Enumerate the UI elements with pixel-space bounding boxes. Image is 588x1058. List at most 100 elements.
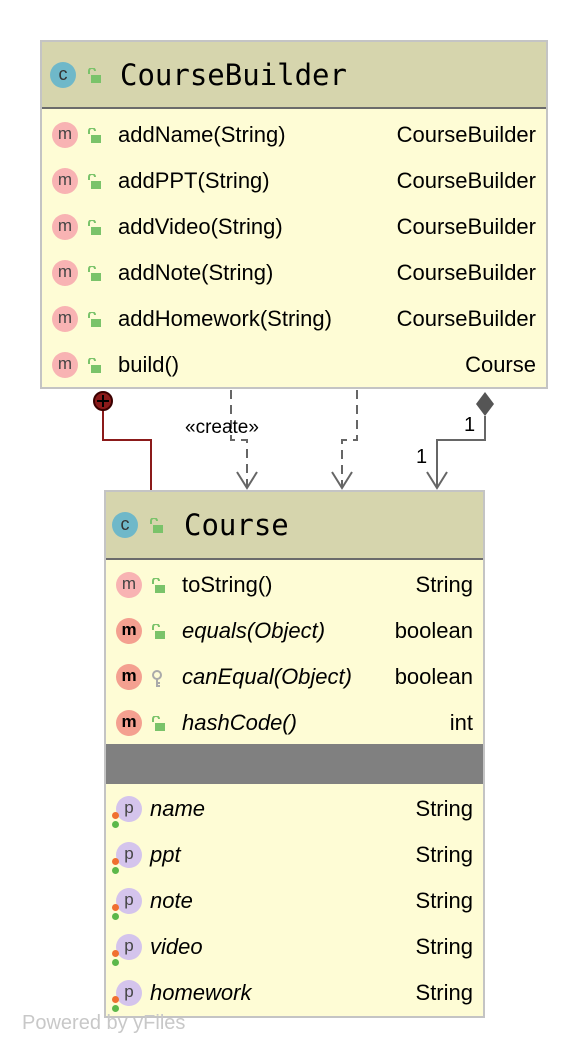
method-icon: m <box>116 572 142 598</box>
field-row[interactable]: p note String <box>106 878 483 924</box>
method-row[interactable]: m equals(Object) boolean <box>106 608 483 654</box>
lombok-method-icon: m <box>116 664 142 690</box>
field-icon: p <box>116 888 142 914</box>
method-icon: m <box>52 122 78 148</box>
member-name: build() <box>118 352 180 377</box>
method-row[interactable]: m addHomework(String) CourseBuilder <box>42 296 546 342</box>
multiplicity-source: 1 <box>464 414 476 436</box>
field-icon: p <box>116 934 142 960</box>
member-name: note <box>150 888 193 913</box>
member-type: String <box>415 934 473 959</box>
public-lock-icon <box>86 219 102 241</box>
public-lock-icon <box>150 623 166 645</box>
public-lock-icon <box>86 311 102 333</box>
class-course[interactable]: c Course m toString() String m equals(Obj… <box>104 490 485 1018</box>
member-type: String <box>415 980 473 1005</box>
member-name: homework <box>150 980 252 1005</box>
public-lock-icon <box>86 265 102 287</box>
class-icon: c <box>50 62 76 88</box>
member-type: String <box>415 796 473 821</box>
member-type: CourseBuilder <box>396 122 536 147</box>
create-label: «create» <box>185 417 259 438</box>
member-name: ppt <box>150 842 181 867</box>
field-row[interactable]: p ppt String <box>106 832 483 878</box>
method-icon: m <box>52 214 78 240</box>
field-access-icon <box>112 1005 119 1012</box>
member-name: addNote(String) <box>118 260 274 285</box>
member-name: video <box>150 934 203 959</box>
member-name: addHomework(String) <box>118 306 332 331</box>
lombok-method-icon: m <box>116 710 142 736</box>
member-type: String <box>415 888 473 913</box>
public-lock-icon <box>150 715 166 737</box>
class-title: Course <box>184 508 289 542</box>
section-divider <box>106 744 483 784</box>
member-name: addName(String) <box>118 122 286 147</box>
member-name: canEqual(Object) <box>182 664 352 689</box>
public-lock-icon <box>86 67 102 89</box>
member-name: name <box>150 796 206 821</box>
field-access-icon <box>112 996 119 1003</box>
public-lock-icon <box>150 577 166 599</box>
field-row[interactable]: p homework String <box>106 970 483 1016</box>
member-name: addVideo(String) <box>118 214 283 239</box>
method-icon: m <box>52 260 78 286</box>
field-access-icon <box>112 858 119 865</box>
member-type: boolean <box>394 664 473 689</box>
method-row[interactable]: m addNote(String) CourseBuilder <box>42 250 546 296</box>
method-row[interactable]: m hashCode() int <box>106 700 483 746</box>
method-row[interactable]: m canEqual(Object) boolean <box>106 654 483 700</box>
method-icon: m <box>52 168 78 194</box>
inner-class-edge <box>102 402 152 490</box>
lombok-method-icon: m <box>116 618 142 644</box>
member-type: CourseBuilder <box>396 168 536 193</box>
field-row[interactable]: p video String <box>106 924 483 970</box>
public-lock-icon <box>86 357 102 379</box>
method-row[interactable]: m addPPT(String) CourseBuilder <box>42 158 546 204</box>
public-lock-icon <box>86 173 102 195</box>
method-row[interactable]: m toString() String <box>106 562 483 608</box>
member-type: CourseBuilder <box>396 214 536 239</box>
field-access-icon <box>112 812 119 819</box>
field-icon: p <box>116 980 142 1006</box>
member-type: int <box>449 710 473 735</box>
inner-class-marker <box>93 391 113 411</box>
field-access-icon <box>112 913 119 920</box>
protected-key-icon <box>150 670 166 693</box>
member-type: String <box>415 842 473 867</box>
public-lock-icon <box>148 517 164 539</box>
class-icon: c <box>112 512 138 538</box>
method-row[interactable]: m addVideo(String) CourseBuilder <box>42 204 546 250</box>
member-type: Course <box>465 352 536 377</box>
class-title: CourseBuilder <box>120 57 347 92</box>
member-name: equals(Object) <box>182 618 326 643</box>
composition-diamond <box>476 392 494 416</box>
public-lock-icon <box>86 127 102 149</box>
member-type: String <box>415 572 473 597</box>
member-type: CourseBuilder <box>396 306 536 331</box>
create-dependency-edge <box>230 390 248 488</box>
field-access-icon <box>112 867 119 874</box>
multiplicity-target: 1 <box>416 446 428 468</box>
class-header: c Course <box>106 492 483 560</box>
field-access-icon <box>112 904 119 911</box>
field-access-icon <box>112 959 119 966</box>
class-header: c CourseBuilder <box>42 42 546 109</box>
member-type: CourseBuilder <box>396 260 536 285</box>
dependency-edge <box>341 390 358 488</box>
member-name: addPPT(String) <box>118 168 270 193</box>
powered-by: Powered by yFiles <box>22 1012 186 1034</box>
member-name: toString() <box>182 572 273 597</box>
method-row[interactable]: m build() Course <box>42 342 546 388</box>
method-icon: m <box>52 352 78 378</box>
method-icon: m <box>52 306 78 332</box>
method-row[interactable]: m addName(String) CourseBuilder <box>42 112 546 158</box>
field-row[interactable]: p name String <box>106 786 483 832</box>
member-type: boolean <box>394 618 473 643</box>
field-access-icon <box>112 821 119 828</box>
field-access-icon <box>112 950 119 957</box>
field-icon: p <box>116 842 142 868</box>
class-coursebuilder[interactable]: c CourseBuilder m addName(String) Course… <box>40 40 548 389</box>
member-name: hashCode() <box>182 710 297 735</box>
field-icon: p <box>116 796 142 822</box>
